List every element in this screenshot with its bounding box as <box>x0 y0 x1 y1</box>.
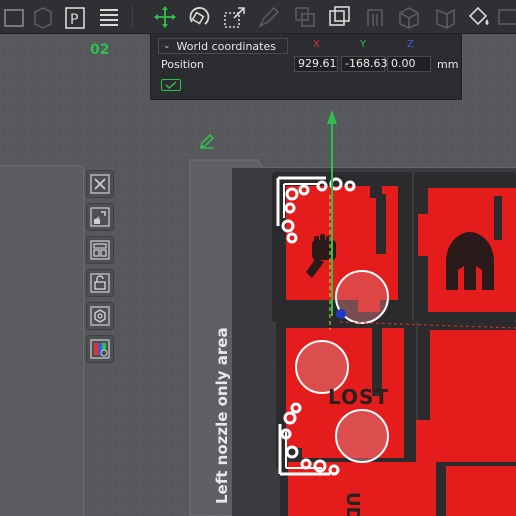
red-part[interactable] <box>446 466 516 516</box>
coordinate-system-select[interactable]: ⌄ World coordinates <box>158 38 288 54</box>
y-axis-label: Y <box>360 39 367 50</box>
cube-outline-icon[interactable] <box>394 0 424 34</box>
object-handle[interactable] <box>335 409 389 463</box>
rotate-icon[interactable] <box>184 0 214 34</box>
paint-icon[interactable] <box>464 0 494 34</box>
plate-number: 02 <box>90 42 110 58</box>
extra-icon[interactable] <box>494 0 516 34</box>
z-axis-label: Z <box>407 39 414 50</box>
pencil-icon[interactable] <box>254 0 284 34</box>
viewport[interactable]: UD LOST Left nozzle only area P 02 ⌄ Wor… <box>0 0 516 516</box>
apply-coordinates-button[interactable] <box>161 79 181 91</box>
helmet-icon <box>446 232 494 290</box>
position-y-input[interactable]: -168.63 <box>341 56 387 72</box>
chevron-down-icon: ⌄ <box>163 41 171 51</box>
lock-plate-button[interactable] <box>86 269 114 297</box>
box-icon[interactable] <box>0 0 30 34</box>
layers-icon[interactable] <box>290 0 320 34</box>
seam-icon[interactable] <box>430 0 460 34</box>
cut-icon[interactable] <box>324 0 354 34</box>
red-part[interactable] <box>416 330 516 462</box>
close-plate-button[interactable] <box>86 170 114 198</box>
lock-icon <box>90 273 110 293</box>
svg-text:UD: UD <box>342 492 363 516</box>
edit-plate-icon[interactable] <box>199 133 215 149</box>
check-icon <box>165 81 177 89</box>
arrange-icon <box>90 240 110 260</box>
position-label: Position <box>161 58 204 71</box>
cube-icon[interactable] <box>28 0 58 34</box>
move-icon[interactable] <box>150 0 180 34</box>
coordinate-mode-label: World coordinates <box>176 39 276 53</box>
plate-settings-button[interactable] <box>86 302 114 330</box>
scale-icon[interactable] <box>220 0 250 34</box>
plate-color-icon <box>90 339 110 359</box>
left-panel <box>0 165 84 516</box>
auto-orient-button[interactable] <box>86 203 114 231</box>
part-label-text: LOST <box>328 385 390 409</box>
list-icon[interactable] <box>94 0 124 34</box>
gizmo-origin[interactable] <box>336 309 346 319</box>
plate-color-button[interactable] <box>86 335 114 363</box>
svg-text:P: P <box>70 12 78 28</box>
arrange-button[interactable] <box>86 236 114 264</box>
support-icon[interactable] <box>360 0 390 34</box>
top-toolbar: P <box>0 0 516 34</box>
auto-orient-icon <box>90 207 110 227</box>
position-x-input[interactable]: 929.61 <box>294 56 338 72</box>
close-icon <box>90 174 110 194</box>
coordinates-panel: ⌄ World coordinates X Y Z Position 929.6… <box>150 34 462 100</box>
settings-icon <box>90 306 110 326</box>
unit-label: mm <box>437 58 459 71</box>
x-axis-label: X <box>313 39 320 50</box>
position-z-input[interactable]: 0.00 <box>387 56 431 72</box>
zone-label: Left nozzle only area <box>213 327 231 504</box>
plate-p-icon[interactable]: P <box>60 0 90 34</box>
